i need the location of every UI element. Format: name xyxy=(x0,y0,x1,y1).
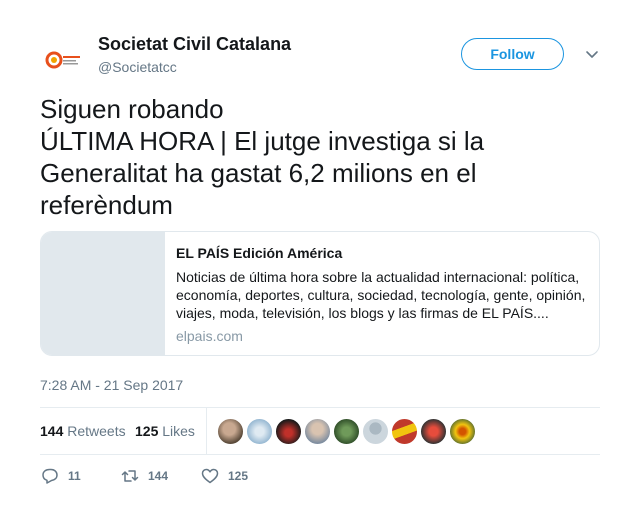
retweets-stat[interactable]: 144 Retweets xyxy=(40,423,126,439)
tweet-text: Siguen robando ÚLTIMA HORA | El jutge in… xyxy=(40,94,485,220)
liker-avatar[interactable] xyxy=(304,418,331,445)
card-domain: elpais.com xyxy=(176,328,243,344)
like-button[interactable]: 125 xyxy=(200,464,248,488)
reply-count: 11 xyxy=(68,469,81,483)
likes-stat[interactable]: 125 Likes xyxy=(135,423,195,439)
account-handle[interactable]: @Societatcc xyxy=(98,59,177,75)
heart-icon xyxy=(201,468,219,484)
societat-civil-catalana-logo-icon xyxy=(45,51,80,69)
tweet-stats: 144 Retweets 125 Likes xyxy=(40,408,600,454)
reply-icon xyxy=(42,468,58,484)
retweet-button[interactable]: 144 xyxy=(120,464,168,488)
card-image-placeholder xyxy=(41,232,165,355)
liker-avatar[interactable] xyxy=(362,418,389,445)
tweet-actions: 11 144 125 xyxy=(40,464,600,488)
likes-label: Likes xyxy=(162,423,195,439)
stats-separator xyxy=(206,408,207,454)
avatar[interactable] xyxy=(40,36,88,84)
card-body: EL PAÍS Edición América Noticias de últi… xyxy=(176,245,591,344)
liker-avatar[interactable] xyxy=(246,418,273,445)
divider xyxy=(40,454,600,455)
retweets-label: Retweets xyxy=(67,423,126,439)
follow-button[interactable]: Follow xyxy=(461,38,564,70)
tweet-timestamp[interactable]: 7:28 AM - 21 Sep 2017 xyxy=(40,377,183,393)
liker-avatar[interactable] xyxy=(391,418,418,445)
likes-count: 125 xyxy=(135,423,159,439)
retweet-icon xyxy=(121,470,139,482)
liker-avatar[interactable] xyxy=(449,418,476,445)
reply-button[interactable]: 11 xyxy=(40,464,81,488)
card-title: EL PAÍS Edición América xyxy=(176,245,343,261)
liker-avatar[interactable] xyxy=(333,418,360,445)
link-card[interactable]: EL PAÍS Edición América Noticias de últi… xyxy=(40,231,600,356)
chevron-down-icon[interactable] xyxy=(584,46,600,62)
account-name[interactable]: Societat Civil Catalana xyxy=(98,34,291,55)
liker-avatar[interactable] xyxy=(217,418,244,445)
liker-avatar[interactable] xyxy=(275,418,302,445)
liker-avatar[interactable] xyxy=(420,418,447,445)
retweets-count: 144 xyxy=(40,423,64,439)
retweet-count: 144 xyxy=(148,469,169,483)
like-count: 125 xyxy=(228,469,249,483)
tweet-header: Societat Civil Catalana @Societatcc Foll… xyxy=(40,34,600,84)
card-description: Noticias de última hora sobre la actuali… xyxy=(176,269,586,321)
